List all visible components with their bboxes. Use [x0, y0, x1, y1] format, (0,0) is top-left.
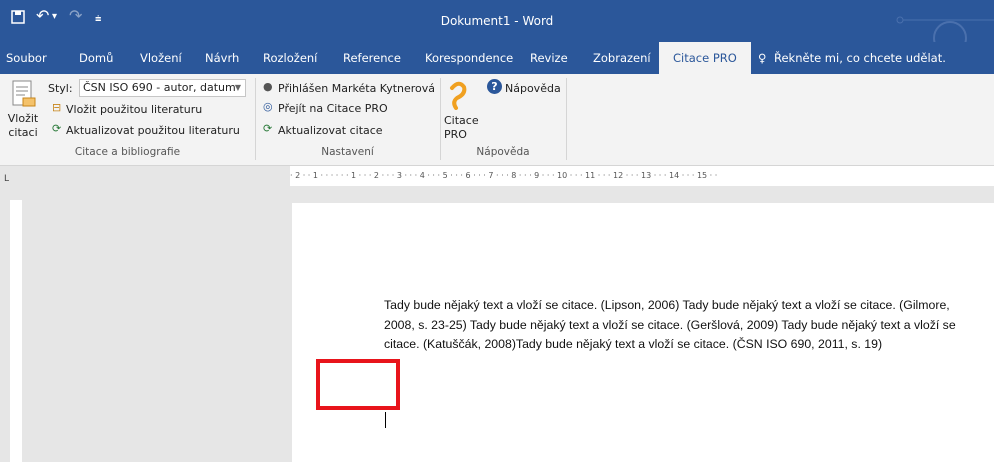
tab-navrh[interactable]: Návrh: [205, 42, 239, 74]
help-button[interactable]: Nápověda: [505, 82, 561, 95]
tab-soubor[interactable]: Soubor: [6, 42, 47, 74]
style-select[interactable]: ČSN ISO 690 - autor, datum ▼: [79, 79, 246, 97]
tab-rozlozeni[interactable]: Rozložení: [263, 42, 317, 74]
window-title: Dokument1 - Word: [440, 14, 554, 28]
tab-selector-icon[interactable]: L: [4, 174, 9, 184]
tellme-icon[interactable]: ♀: [758, 42, 766, 74]
update-literature-icon: ⟳: [52, 122, 62, 135]
style-select-value: ČSN ISO 690 - autor, datum: [83, 81, 236, 94]
update-citations-button[interactable]: Aktualizovat citace: [278, 124, 383, 137]
document-text[interactable]: Tady bude nějaký text a vloží se citace.…: [384, 296, 969, 355]
text-cursor: [385, 412, 386, 428]
citace-pro-logo-icon[interactable]: [446, 80, 472, 114]
group-label-help: Nápověda: [476, 146, 530, 158]
vertical-ruler[interactable]: [10, 200, 22, 462]
insert-citation-icon[interactable]: [11, 80, 37, 114]
tab-vlozeni[interactable]: Vložení: [140, 42, 182, 74]
style-label: Styl:: [48, 82, 73, 95]
tellme-box[interactable]: Řekněte mi, co chcete udělat.: [774, 42, 946, 74]
insert-citation-button[interactable]: Vložit citaci: [6, 112, 40, 140]
tab-korespondence[interactable]: Korespondence: [425, 42, 513, 74]
tab-domu[interactable]: Domů: [79, 42, 113, 74]
tab-revize[interactable]: Revize: [530, 42, 568, 74]
globe-icon: ◎: [263, 100, 273, 113]
insert-literature-icon: ⊟: [52, 101, 62, 114]
ribbon-tabs: Soubor Domů Vložení Návrh Rozložení Refe…: [0, 42, 994, 74]
ribbon: Vložit citaci Styl: ČSN ISO 690 - autor,…: [0, 74, 994, 166]
update-used-literature-button[interactable]: Aktualizovat použitou literaturu: [66, 124, 240, 137]
insert-used-literature-button[interactable]: Vložit použitou literaturu: [66, 103, 202, 116]
help-icon: ?: [487, 79, 502, 94]
tab-citace-pro[interactable]: Citace PRO: [659, 42, 751, 74]
citace-pro-button[interactable]: Citace PRO: [444, 114, 479, 142]
chevron-down-icon: ▼: [234, 83, 241, 92]
go-to-citace-pro-button[interactable]: Přejít na Citace PRO: [278, 102, 388, 115]
group-label-citations: Citace a bibliografie: [74, 146, 181, 158]
tab-reference[interactable]: Reference: [343, 42, 401, 74]
title-bar: ↶ ▾ ↷ ⩧ Dokument1 - Word: [0, 0, 994, 42]
refresh-icon: ⟳: [263, 122, 273, 135]
horizontal-ruler[interactable]: · 2 · · 1 · · · · · · 1 · · · 2 · · · 3 …: [290, 166, 994, 186]
tab-zobrazeni[interactable]: Zobrazení: [593, 42, 651, 74]
user-icon: ●: [263, 80, 273, 93]
group-label-settings: Nastavení: [321, 146, 374, 158]
group-divider: [566, 78, 567, 160]
highlight-box: [316, 359, 400, 410]
logged-in-label: Přihlášen Markéta Kytnerová: [278, 82, 436, 95]
